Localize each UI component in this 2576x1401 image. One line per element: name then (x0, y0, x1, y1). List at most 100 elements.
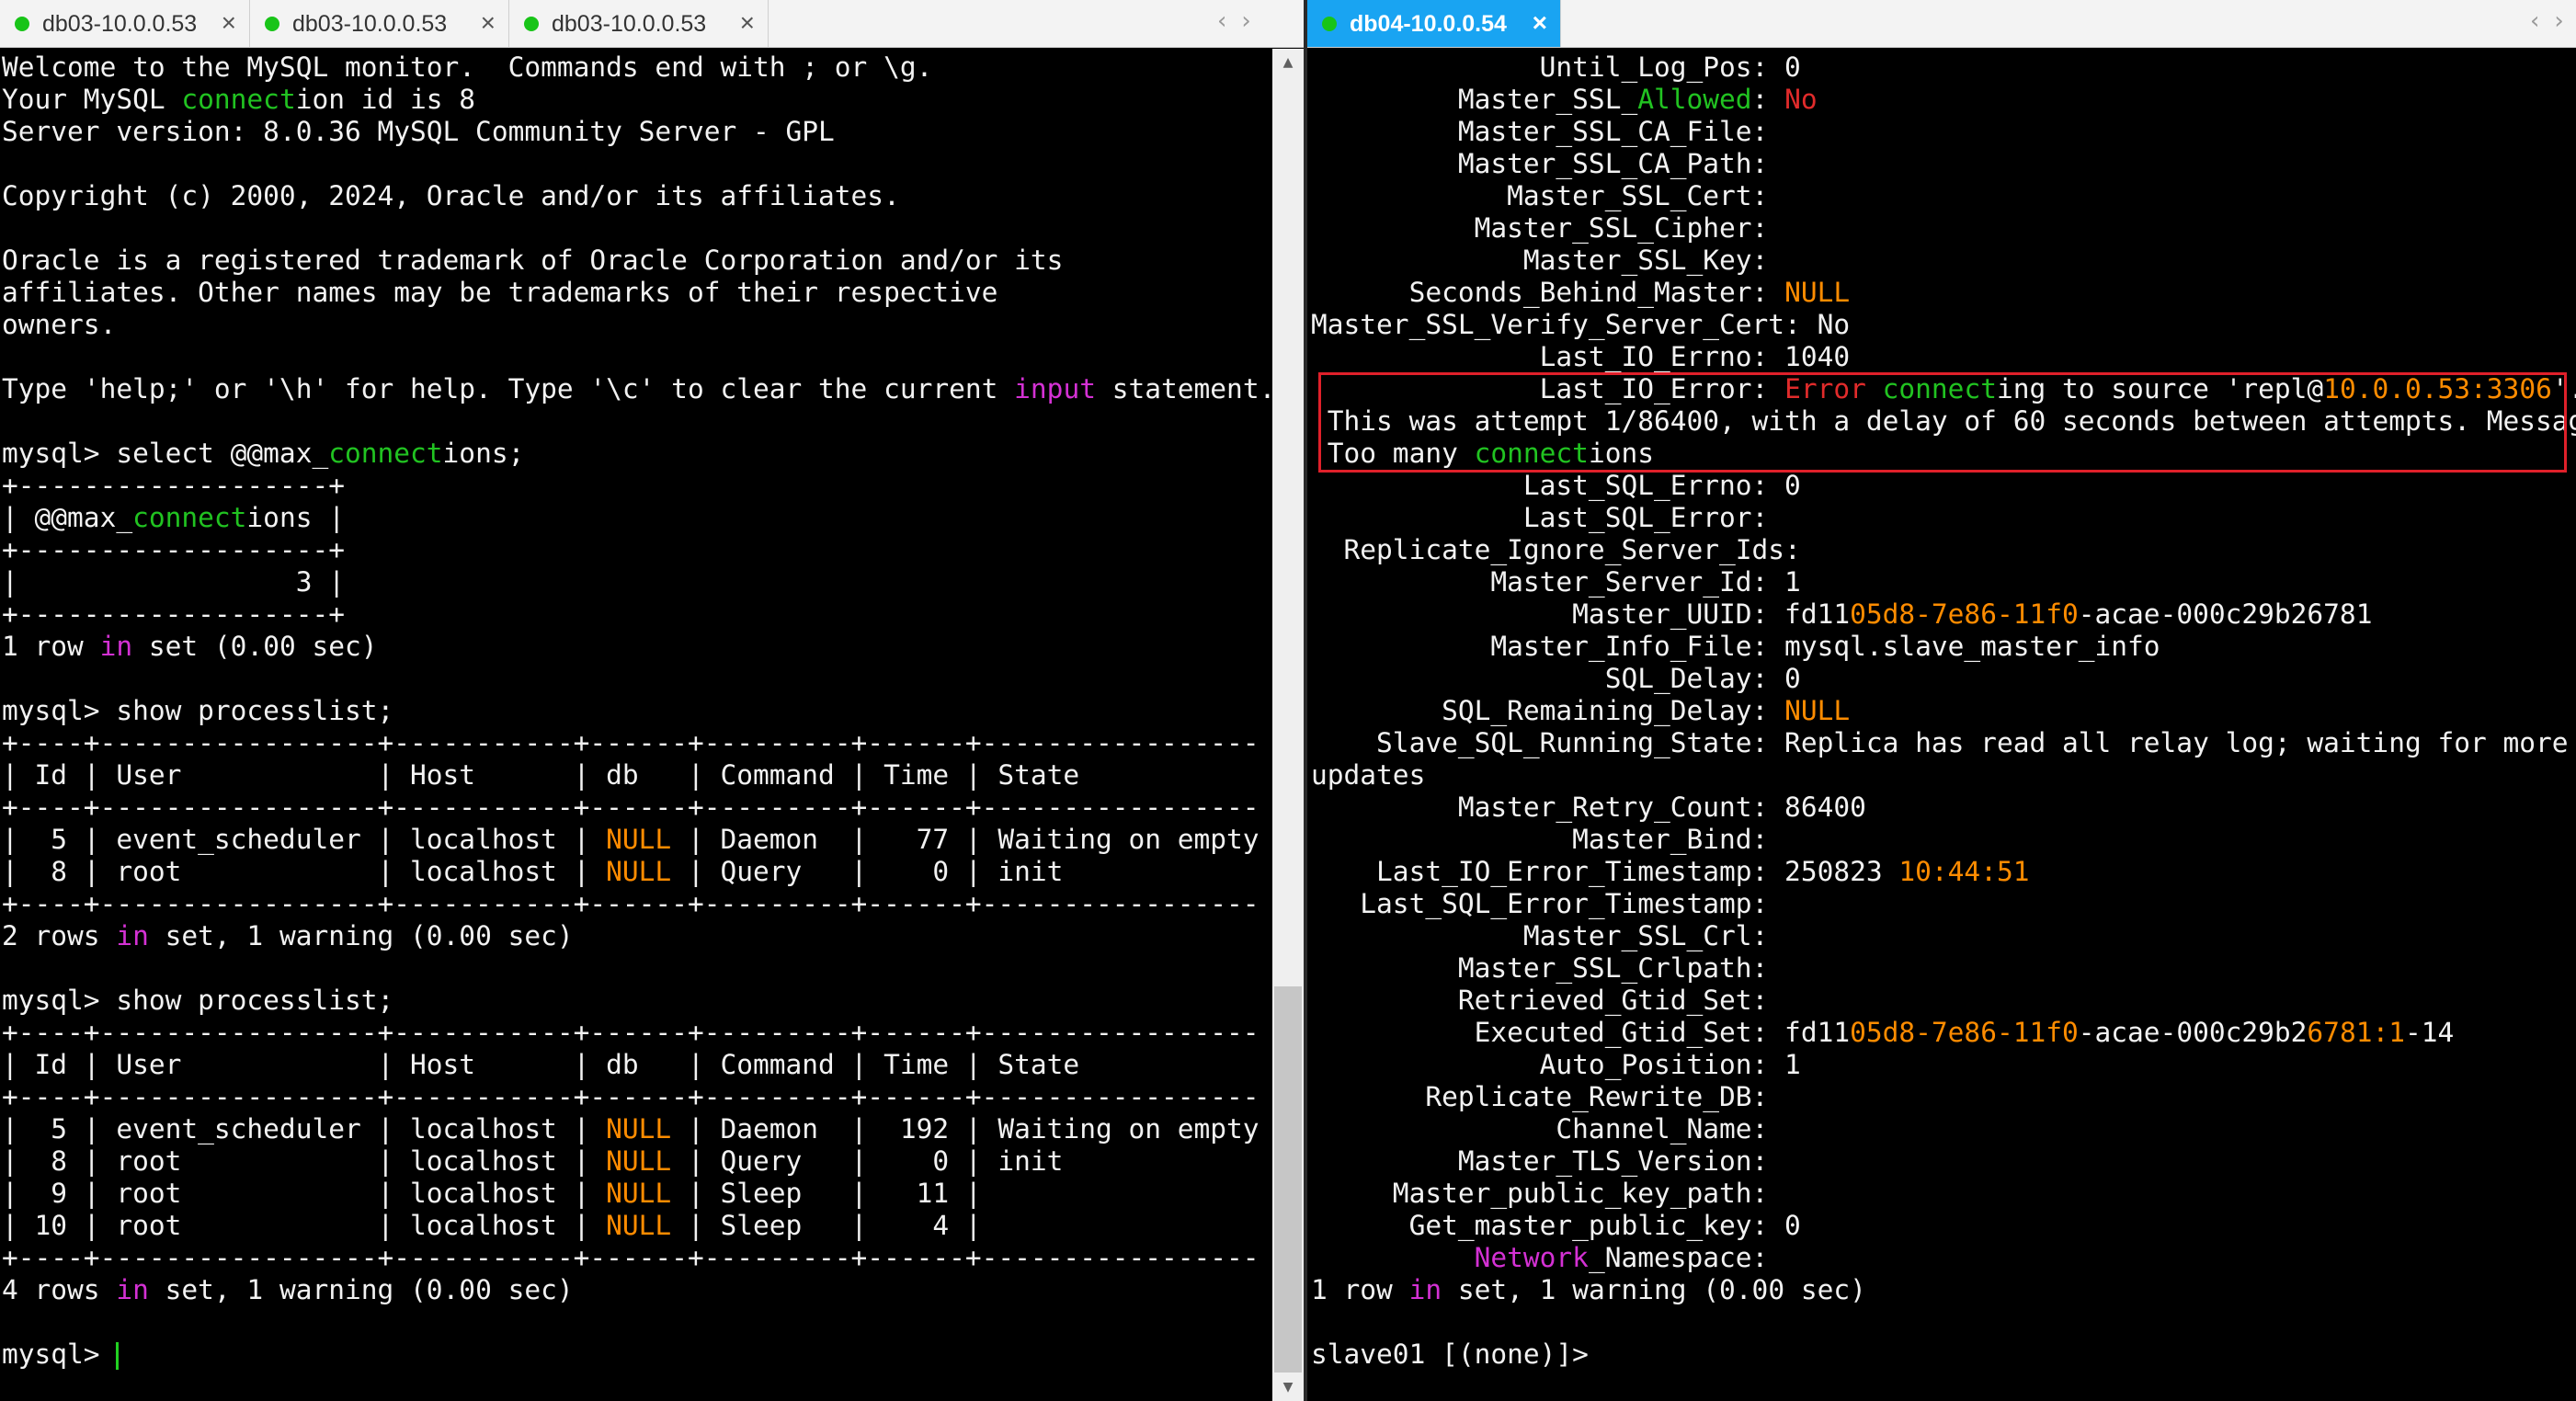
line-text: Master_SSL_Verify_Server_Cert: No (1311, 309, 1851, 340)
left-terminal-line: Server version: 8.0.36 MySQL Community S… (2, 116, 1271, 148)
connected-status-icon (1322, 17, 1337, 31)
line-text: NULL (606, 856, 672, 887)
tab-nav-arrows: ‹ › (2530, 7, 2564, 35)
line-text: +-------------------+ (2, 534, 345, 565)
left-terminal-line (2, 212, 1271, 245)
left-terminal-line: Type 'help;' or '\h' for help. Type '\c'… (2, 373, 1271, 405)
chevron-right-icon[interactable]: › (2554, 7, 2563, 35)
left-terminal-line: | Id | User | Host | db | Command | Time… (2, 1049, 1271, 1081)
line-text: NULL (1784, 277, 1851, 308)
tab-db03-2[interactable]: db03-10.0.0.53 × (250, 0, 509, 47)
line-text: Slave_SQL_Running_State: Replica has rea… (1311, 727, 2569, 758)
line-text: owners. (2, 309, 117, 340)
line-text: in (1408, 1274, 1442, 1305)
right-terminal-line: Master_Server_Id: 1 (1311, 566, 2576, 598)
line-text: | Sleep | 11 | (671, 1178, 982, 1209)
close-icon[interactable]: × (1533, 9, 1547, 37)
line-text: set, 1 warning (0.00 sec) (1442, 1274, 1866, 1305)
line-text: | 10 | root | localhost | (2, 1210, 607, 1241)
right-terminal-line: Replicate_Rewrite_DB: (1311, 1081, 2576, 1113)
error-highlight-box (1318, 372, 2567, 473)
tab-db04[interactable]: db04-10.0.0.54 × (1307, 0, 1561, 47)
left-terminal-line: | 8 | root | localhost | NULL | Query | … (2, 856, 1271, 888)
line-text: | 8 | root | localhost | (2, 1145, 607, 1177)
line-text: connect (132, 502, 247, 533)
scroll-up-icon[interactable]: ▲ (1272, 49, 1304, 76)
right-terminal-line: Master_SSL_Crl: (1311, 920, 2576, 952)
right-terminal-line: Seconds_Behind_Master: NULL (1311, 277, 2576, 309)
line-text: +----+-----------------+-----------+----… (2, 792, 1260, 823)
right-terminal-line: Get_master_public_key: 0 (1311, 1210, 2576, 1242)
line-text: Channel_Name: (1311, 1113, 1769, 1145)
left-terminal-line: +-------------------+ (2, 598, 1271, 631)
close-icon[interactable]: × (222, 9, 236, 37)
line-text: Master_SSL_CA_Path: (1311, 148, 1769, 179)
line-text: Get_master_public_key: 0 (1311, 1210, 1801, 1241)
line-text: Master_Info_File: mysql.slave_master_inf… (1311, 631, 2160, 662)
line-text: +----+-----------------+-----------+----… (2, 1242, 1260, 1273)
pane-divider[interactable] (1304, 0, 1307, 1401)
left-terminal-line: mysql> show processlist; (2, 985, 1271, 1017)
right-terminal-line: Network_Namespace: (1311, 1242, 2576, 1274)
left-terminal-line: mysql> select @@max_connections; (2, 438, 1271, 470)
line-text: Master_SSL_Cert: (1311, 180, 1769, 211)
chevron-left-icon[interactable]: ‹ (1217, 7, 1226, 35)
left-scrollbar[interactable]: ▲ ▼ (1272, 49, 1304, 1401)
close-icon[interactable]: × (481, 9, 496, 37)
line-text: 4 rows (2, 1274, 117, 1305)
scrollbar-thumb[interactable] (1274, 986, 1302, 1373)
right-terminal-line: Master_Retry_Count: 86400 (1311, 792, 2576, 824)
scroll-down-icon[interactable]: ▼ (1272, 1373, 1304, 1401)
line-text: ions; (442, 438, 525, 469)
line-text: mysql> select @@max_ (2, 438, 329, 469)
line-text: | Daemon | 192 | Waiting on empty qu (671, 1113, 1271, 1145)
right-terminal[interactable]: Until_Log_Pos: 0 Master_SSL_Allowed: No … (1311, 49, 2576, 1401)
line-text: | 3 | (2, 566, 345, 598)
left-terminal-line: 4 rows in set, 1 warning (0.00 sec) (2, 1274, 1271, 1306)
tab-db03-3[interactable]: db03-10.0.0.53 × (509, 0, 769, 47)
line-text: Replicate_Rewrite_DB: (1311, 1081, 1769, 1112)
line-text: Master_TLS_Version: (1311, 1145, 1769, 1177)
line-text: +----+-----------------+-----------+----… (2, 727, 1260, 758)
line-text: set (0.00 sec) (132, 631, 378, 662)
line-text: Network (1474, 1242, 1589, 1273)
chevron-right-icon[interactable]: › (1241, 7, 1250, 35)
tab-db03-1[interactable]: db03-10.0.0.53 × (0, 0, 250, 47)
line-text: 10:44:51 (1898, 856, 2030, 887)
left-terminal-line: owners. (2, 309, 1271, 341)
right-terminal-line: Master_SSL_Cipher: (1311, 212, 2576, 245)
line-text: | Id | User | Host | db | Command | Time… (2, 759, 1080, 791)
line-text: 05d8-7e86-11f0 (1850, 598, 2079, 630)
tab-nav-arrows: ‹ › (1217, 7, 1251, 35)
line-text: Master_UUID: fd11 (1311, 598, 1851, 630)
line-text: NULL (1784, 695, 1851, 726)
line-text: | 5 | event_scheduler | localhost | (2, 824, 607, 855)
line-text: Seconds_Behind_Master: (1311, 277, 1785, 308)
line-text: | @@max_ (2, 502, 133, 533)
right-terminal-line: Master_SSL_CA_Path: (1311, 148, 2576, 180)
left-terminal-line (2, 952, 1271, 985)
line-text: NULL (606, 1210, 672, 1241)
line-text: Last_SQL_Error_Timestamp: (1311, 888, 1769, 919)
line-text: | Daemon | 77 | Waiting on empty qu (671, 824, 1271, 855)
right-terminal-line: Channel_Name: (1311, 1113, 2576, 1145)
line-text: affiliates. Other names may be trademark… (2, 277, 998, 308)
left-terminal-line (2, 663, 1271, 695)
line-text: | Sleep | 4 | (671, 1210, 982, 1241)
right-terminal-line: Retrieved_Gtid_Set: (1311, 985, 2576, 1017)
right-terminal-line: Last_IO_Errno: 1040 (1311, 341, 2576, 373)
left-terminal-line: +----+-----------------+-----------+----… (2, 792, 1271, 824)
close-icon[interactable]: × (740, 9, 755, 37)
line-text: Server version: 8.0.36 MySQL Community S… (2, 116, 835, 147)
line-text: ions | (246, 502, 345, 533)
tab-label: db03-10.0.0.53 (292, 10, 448, 37)
line-text: Master_Retry_Count: 86400 (1311, 792, 1866, 823)
right-terminal-line: Last_IO_Error_Timestamp: 250823 10:44:51 (1311, 856, 2576, 888)
line-text: Master_SSL_CA_File: (1311, 116, 1769, 147)
left-terminal-line: +----+-----------------+-----------+----… (2, 1017, 1271, 1049)
line-text: Welcome to the MySQL monitor. Commands e… (2, 51, 933, 83)
chevron-left-icon[interactable]: ‹ (2530, 7, 2539, 35)
left-terminal[interactable]: Welcome to the MySQL monitor. Commands e… (2, 49, 1271, 1401)
right-terminal-line: Last_SQL_Error_Timestamp: (1311, 888, 2576, 920)
left-terminal-line (2, 148, 1271, 180)
